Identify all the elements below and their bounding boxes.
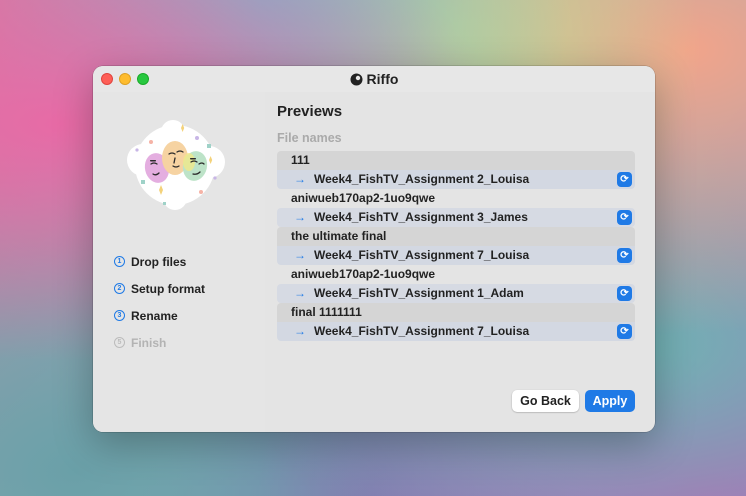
step-number-badge: 2 <box>114 283 125 294</box>
renamed-filename-row: → Week4_FishTV_Assignment 3_James ⟳ <box>277 208 635 227</box>
page-title: Previews <box>277 103 343 120</box>
original-filename: the ultimate final <box>277 227 635 246</box>
masks-illustration <box>127 120 225 210</box>
window-title-text: Riffo <box>366 71 399 87</box>
renamed-filename: Week4_FishTV_Assignment 7_Louisa <box>314 324 530 338</box>
step-list: 1 Drop files 2 Setup format 3 Rename 5 F… <box>114 248 205 356</box>
refresh-icon[interactable]: ⟳ <box>617 172 632 187</box>
step-finish: 5 Finish <box>114 329 205 356</box>
renamed-filename-row: → Week4_FishTV_Assignment 1_Adam ⟳ <box>277 284 635 303</box>
original-filename: aniwueb170ap2-1uo9qwe <box>291 191 436 205</box>
arrow-right-icon: → <box>294 172 306 186</box>
renamed-filename-row: → Week4_FishTV_Assignment 7_Louisa ⟳ <box>277 246 635 265</box>
step-setup-format[interactable]: 2 Setup format <box>114 275 205 302</box>
window-title: Riffo <box>93 71 655 87</box>
renamed-filename: Week4_FishTV_Assignment 3_James <box>314 210 528 224</box>
renamed-filename: Week4_FishTV_Assignment 7_Louisa <box>314 248 530 262</box>
arrow-right-icon: → <box>294 324 306 338</box>
section-label: File names <box>277 131 342 145</box>
step-number-badge: 5 <box>114 337 125 348</box>
original-filename: aniwueb170ap2-1uo9qwe <box>291 267 436 281</box>
refresh-icon[interactable]: ⟳ <box>617 248 632 263</box>
file-preview-list: 111 → Week4_FishTV_Assignment 2_Louisa ⟳… <box>277 151 635 341</box>
riffo-logo-icon <box>350 73 363 86</box>
step-label: Drop files <box>131 254 187 269</box>
sidebar: 1 Drop files 2 Setup format 3 Rename 5 F… <box>93 92 265 432</box>
renamed-filename-row: → Week4_FishTV_Assignment 2_Louisa ⟳ <box>277 170 635 189</box>
main-content: Previews File names 111 → Week4_FishTV_A… <box>277 92 635 432</box>
arrow-right-icon: → <box>294 248 306 262</box>
apply-button[interactable]: Apply <box>585 390 635 412</box>
go-back-button[interactable]: Go Back <box>512 390 579 412</box>
original-filename: 111 <box>277 151 635 170</box>
step-label: Rename <box>131 308 178 323</box>
refresh-icon[interactable]: ⟳ <box>617 324 632 339</box>
step-number-badge: 3 <box>114 310 125 321</box>
title-bar: Riffo <box>93 66 655 92</box>
step-label: Finish <box>131 335 167 350</box>
renamed-filename: Week4_FishTV_Assignment 1_Adam <box>314 286 524 300</box>
refresh-icon[interactable]: ⟳ <box>617 210 632 225</box>
renamed-filename-row: → Week4_FishTV_Assignment 7_Louisa ⟳ <box>277 322 635 341</box>
step-drop-files[interactable]: 1 Drop files <box>114 248 205 275</box>
step-label: Setup format <box>131 281 206 296</box>
step-number-badge: 1 <box>114 256 125 267</box>
original-filename: final 1111111 <box>277 303 635 322</box>
arrow-right-icon: → <box>294 210 306 224</box>
step-rename[interactable]: 3 Rename <box>114 302 205 329</box>
app-window: Riffo 1 Drop files 2 Setup format 3 Rena… <box>93 66 655 432</box>
refresh-icon[interactable]: ⟳ <box>617 286 632 301</box>
renamed-filename: Week4_FishTV_Assignment 2_Louisa <box>314 172 530 186</box>
arrow-right-icon: → <box>294 286 306 300</box>
